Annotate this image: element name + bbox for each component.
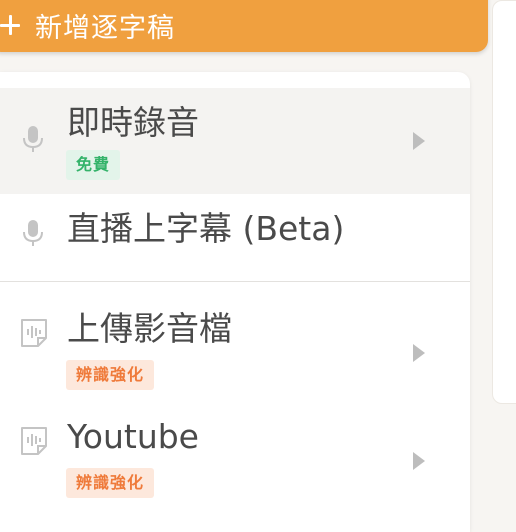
new-transcript-menu: 即時錄音 免費 直播上字幕 (Beta) 上傳影音檔 辨識強化 Youtube … (0, 72, 470, 532)
menu-item-youtube[interactable]: Youtube 辨識強化 (0, 392, 470, 500)
menu-item-title: Youtube (67, 417, 199, 456)
chevron-right-icon (413, 452, 425, 470)
menu-item-title: 即時錄音 (67, 103, 199, 142)
plus-icon (0, 15, 20, 35)
microphone-icon (20, 218, 46, 248)
menu-item-live-recording[interactable]: 即時錄音 免費 (0, 88, 470, 194)
microphone-icon (20, 124, 46, 154)
new-transcript-label: 新增逐字稿 (35, 12, 175, 44)
audio-file-icon (20, 318, 47, 348)
chevron-right-icon (413, 344, 425, 362)
menu-item-title: 直播上字幕 (Beta) (67, 209, 345, 248)
enhanced-recognition-badge: 辨識強化 (66, 360, 155, 390)
menu-item-live-captions[interactable]: 直播上字幕 (Beta) (0, 194, 470, 280)
menu-item-title: 上傳影音檔 (67, 309, 232, 348)
free-badge: 免費 (66, 150, 121, 180)
enhanced-recognition-badge: 辨識強化 (66, 468, 155, 498)
menu-divider (0, 281, 470, 282)
audio-file-icon (20, 426, 47, 456)
right-panel (492, 0, 516, 404)
chevron-right-icon (413, 132, 425, 150)
new-transcript-button[interactable]: 新增逐字稿 (0, 0, 488, 52)
menu-item-upload-media[interactable]: 上傳影音檔 辨識強化 (0, 284, 470, 392)
